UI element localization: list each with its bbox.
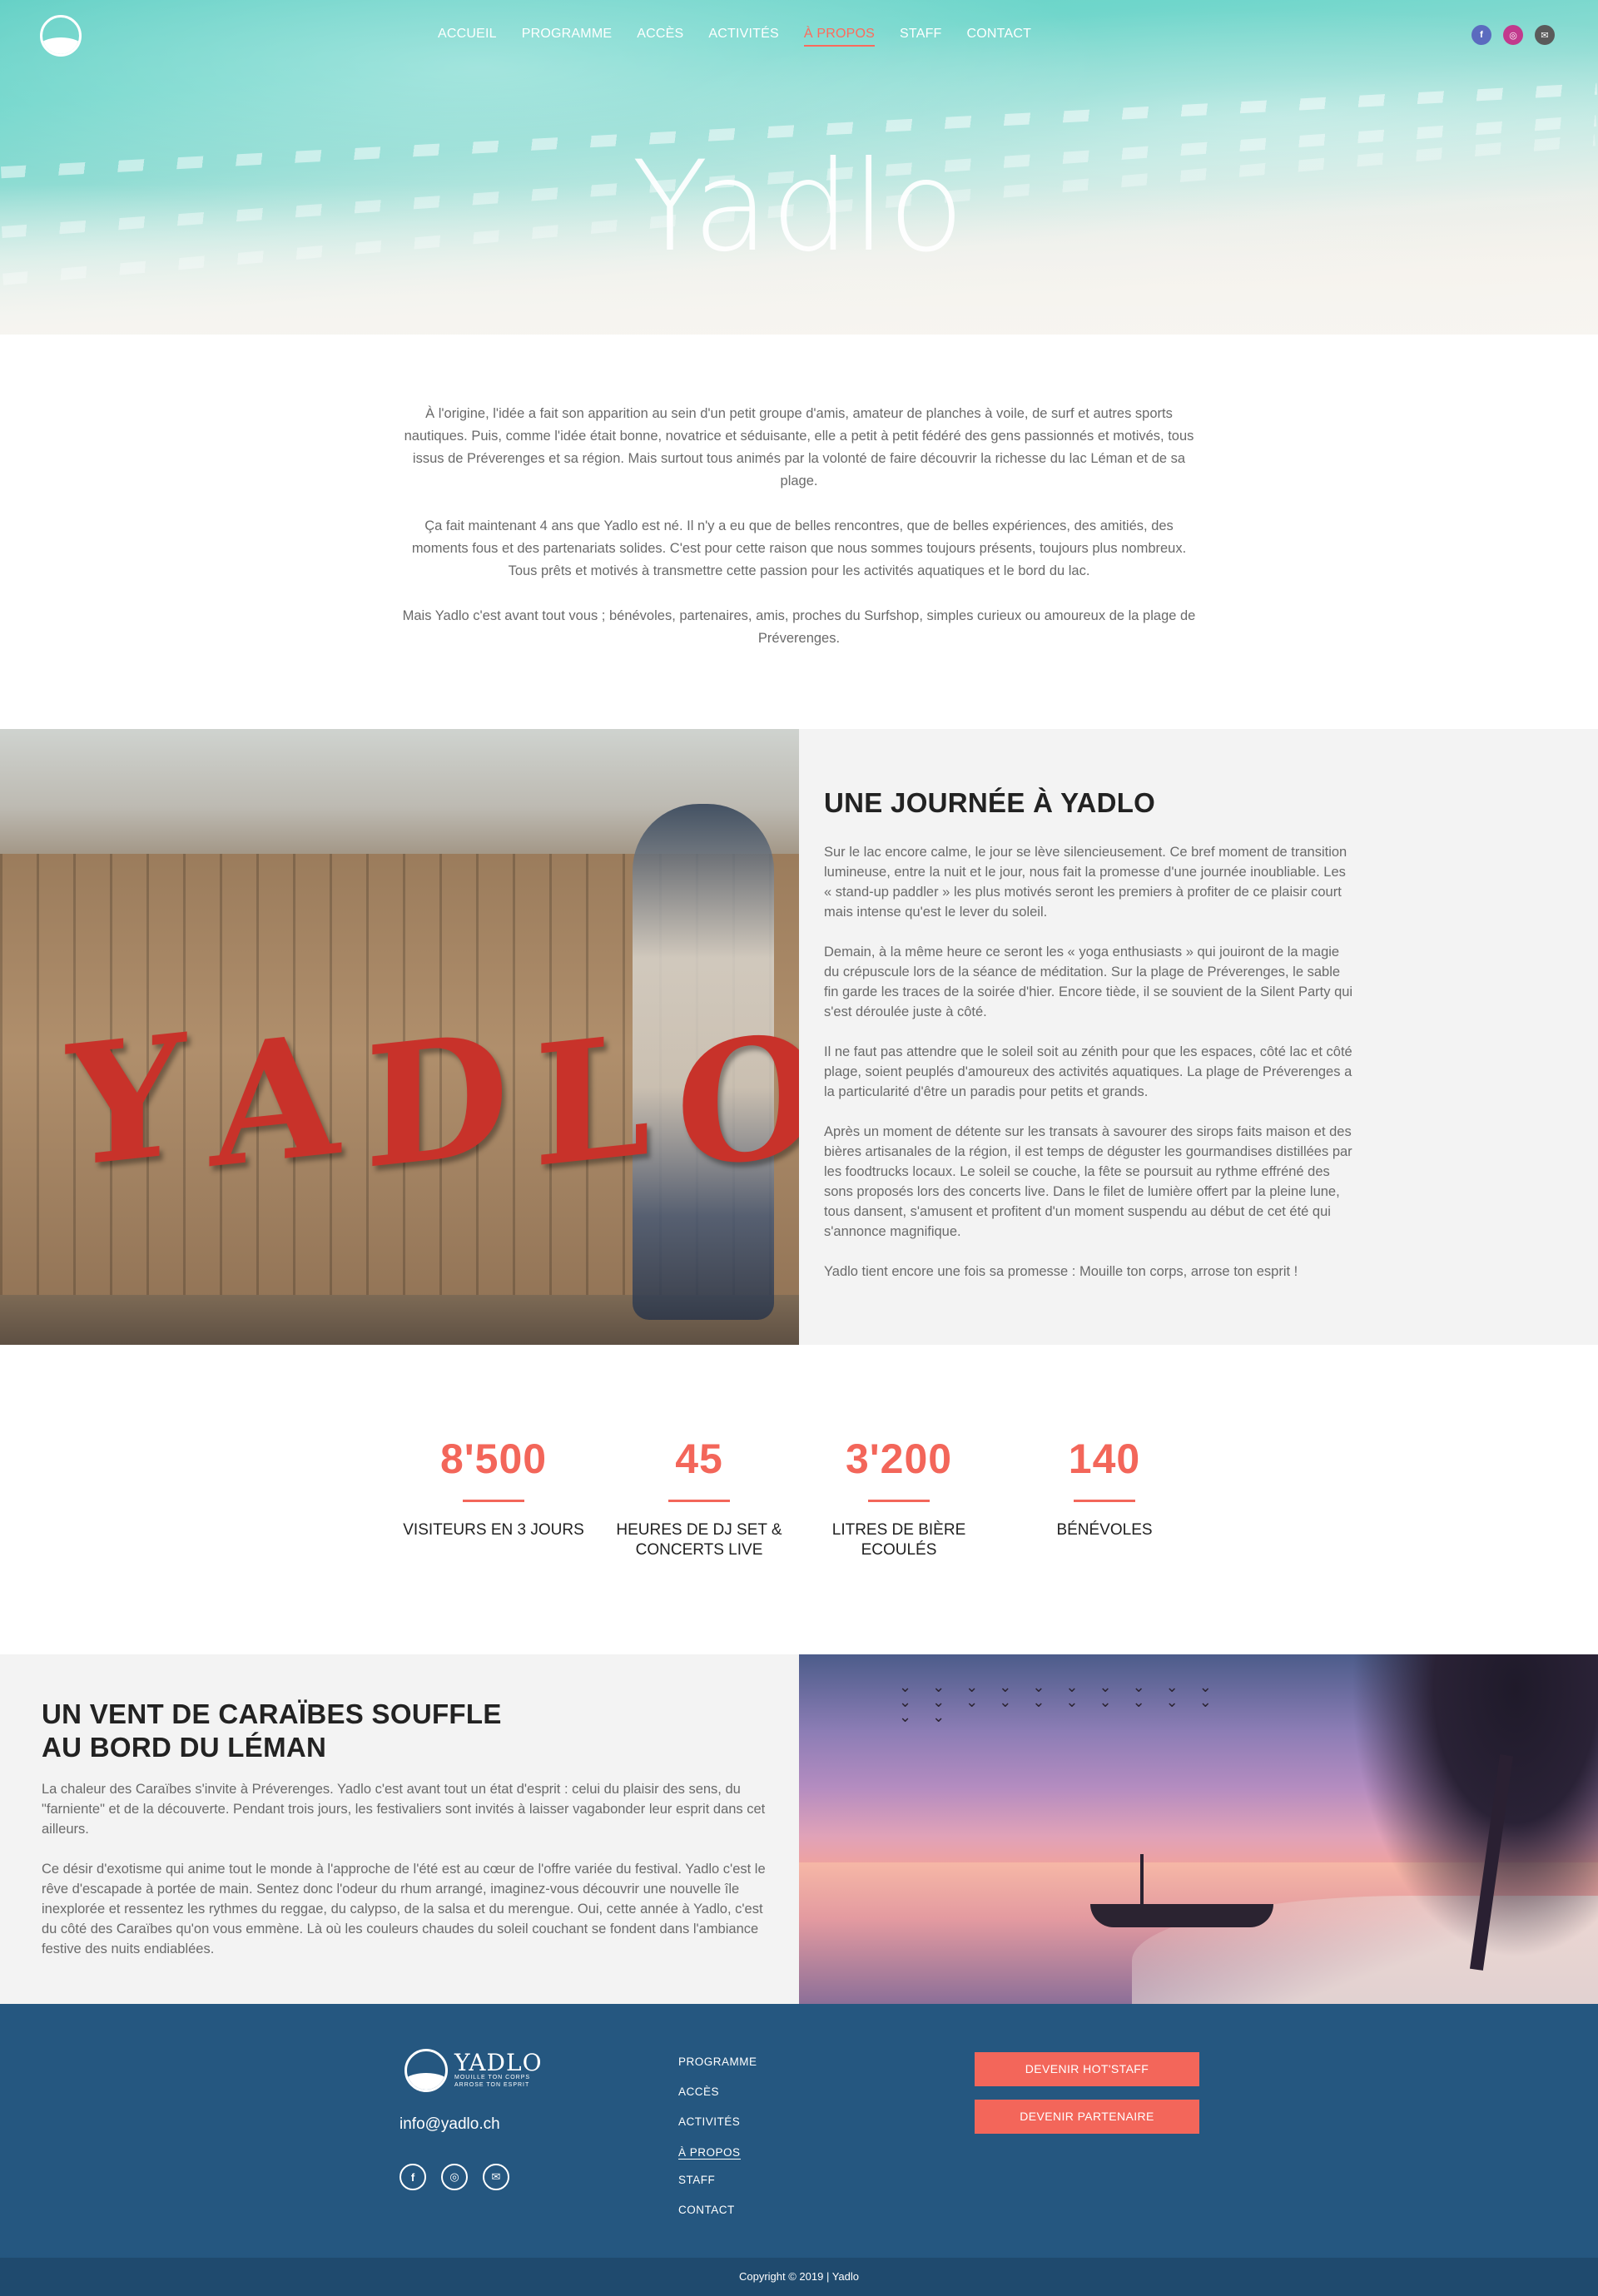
intro-paragraph: À l'origine, l'idée a fait son apparitio… [404, 406, 1194, 488]
caribbean-title: UN VENT DE CARAÏBES SOUFFLE AU BORD DU L… [42, 1698, 502, 1763]
sign-letter: D [364, 995, 509, 1208]
nav-staff[interactable]: STAFF [900, 27, 941, 47]
footer-nav-activites[interactable]: ACTIVITÉS [678, 2115, 757, 2128]
logo-wordmark: YADLO [454, 2049, 543, 2076]
become-hotstaff-button[interactable]: DEVENIR HOT'STAFF [975, 2052, 1199, 2086]
yadlo-bar-photo: Y A D L O [0, 729, 799, 1345]
footer-logo-text: YADLO MOUILLE TON CORPS ARROSE TON ESPRI… [454, 2049, 543, 2089]
sign-letter: Y [67, 997, 186, 1206]
day-paragraph: Après un moment de détente sur les trans… [824, 1124, 1352, 1239]
nav-accueil[interactable]: ACCUEIL [438, 27, 497, 47]
social-links: f ◎ ✉ [1471, 25, 1555, 45]
mail-icon[interactable]: ✉ [483, 2164, 509, 2190]
footer: YADLO MOUILLE TON CORPS ARROSE TON ESPRI… [0, 2004, 1598, 2258]
stat-number: 3'200 [845, 1436, 953, 1482]
logo-tagline: MOUILLE TON CORPS [454, 2075, 531, 2080]
footer-nav-a-propos[interactable]: À PROPOS [678, 2146, 741, 2160]
day-title: UNE JOURNÉE À YADLO [824, 787, 1156, 818]
facebook-icon[interactable]: f [1471, 25, 1491, 45]
stat-number: 45 [675, 1436, 723, 1482]
intro-paragraph: Mais Yadlo c'est avant tout vous ; bénév… [402, 608, 1196, 646]
footer-nav-programme[interactable]: PROGRAMME [678, 2055, 757, 2068]
page-title: Yadlo [632, 135, 966, 280]
birds-icon: ⌄ ⌄ ⌄ ⌄ ⌄ ⌄ ⌄ ⌄ ⌄ ⌄ ⌄ ⌄ ⌄ ⌄ ⌄ ⌄ ⌄ ⌄ ⌄ ⌄ … [899, 1679, 1220, 1725]
top-navigation: ACCUEIL PROGRAMME ACCÈS ACTIVITÉS À PROP… [0, 0, 1598, 70]
stat-visitors: 8'500 VISITEURS EN 3 JOURS [394, 1435, 593, 1540]
sign-letter: A [210, 996, 340, 1207]
intro-section: À l'origine, l'idée a fait son apparitio… [400, 335, 1198, 729]
footer-nav-staff[interactable]: STAFF [678, 2174, 757, 2186]
logo-tagline: ARROSE TON ESPRIT [454, 2082, 530, 2088]
sunset-beach-photo: ⌄ ⌄ ⌄ ⌄ ⌄ ⌄ ⌄ ⌄ ⌄ ⌄ ⌄ ⌄ ⌄ ⌄ ⌄ ⌄ ⌄ ⌄ ⌄ ⌄ … [799, 1654, 1598, 2004]
mail-icon[interactable]: ✉ [1535, 25, 1555, 45]
day-text: UNE JOURNÉE À YADLO Sur le lac encore ca… [799, 729, 1598, 1345]
caribbean-section: UN VENT DE CARAÏBES SOUFFLE AU BORD DU L… [0, 1654, 1598, 2004]
footer-logo[interactable]: YADLO MOUILLE TON CORPS ARROSE TON ESPRI… [404, 2049, 543, 2092]
stat-label: VISITEURS EN 3 JOURS [403, 1521, 584, 1539]
stat-volunteers: 140 BÉNÉVOLES [1005, 1435, 1204, 1540]
bar-sign-letters: Y A D L O [67, 996, 799, 1207]
nav-contact[interactable]: CONTACT [967, 27, 1032, 47]
yadlo-logo-icon[interactable] [40, 15, 82, 57]
day-paragraph: Yadlo tient encore une fois sa promesse … [824, 1264, 1298, 1279]
sign-letter: O [676, 995, 799, 1208]
caribbean-text: UN VENT DE CARAÏBES SOUFFLE AU BORD DU L… [0, 1654, 799, 2004]
stat-beer: 3'200 LITRES DE BIÈRE ECOULÉS [799, 1435, 999, 1560]
boat-silhouette [1090, 1854, 1273, 1927]
palm-tree-silhouette [1323, 1654, 1598, 2004]
day-section: Y A D L O UNE JOURNÉE À YADLO Sur le lac… [0, 729, 1598, 1345]
day-paragraph: Il ne faut pas attendre que le soleil so… [824, 1044, 1352, 1099]
sign-letter: L [533, 997, 652, 1206]
nav-a-propos[interactable]: À PROPOS [803, 27, 876, 47]
day-paragraph: Demain, à la même heure ce seront les « … [824, 945, 1353, 1019]
hero-banner: ACCUEIL PROGRAMME ACCÈS ACTIVITÉS À PROP… [0, 0, 1598, 335]
footer-social-links: f ◎ ✉ [400, 2164, 509, 2190]
stat-divider [1074, 1500, 1135, 1502]
footer-buttons: DEVENIR HOT'STAFF DEVENIR PARTENAIRE [975, 2052, 1199, 2147]
contact-email[interactable]: info@yadlo.ch [400, 2115, 500, 2134]
yadlo-logo-icon [404, 2049, 448, 2092]
stat-divider [463, 1500, 524, 1502]
facebook-icon[interactable]: f [400, 2164, 426, 2190]
caribbean-paragraph: La chaleur des Caraïbes s'invite à Préve… [42, 1782, 766, 1837]
main-menu: ACCUEIL PROGRAMME ACCÈS ACTIVITÉS À PROP… [438, 27, 1056, 47]
instagram-icon[interactable]: ◎ [1503, 25, 1523, 45]
stat-label: BÉNÉVOLES [1056, 1521, 1153, 1539]
stat-number: 8'500 [439, 1436, 548, 1482]
stat-hours: 45 HEURES DE DJ SET & CONCERTS LIVE [599, 1435, 799, 1560]
stat-label: LITRES DE BIÈRE ECOULÉS [831, 1521, 966, 1559]
footer-menu: PROGRAMME ACCÈS ACTIVITÉS À PROPOS STAFF… [678, 2055, 757, 2234]
copyright: Copyright © 2019 | Yadlo [0, 2258, 1598, 2296]
day-paragraph: Sur le lac encore calme, le jour se lève… [824, 845, 1347, 920]
nav-programme[interactable]: PROGRAMME [522, 27, 612, 47]
nav-activites[interactable]: ACTIVITÉS [708, 27, 778, 47]
stats-section: 8'500 VISITEURS EN 3 JOURS 45 HEURES DE … [0, 1345, 1598, 1654]
stat-number: 140 [1068, 1436, 1141, 1482]
stat-label: HEURES DE DJ SET & CONCERTS LIVE [616, 1521, 782, 1559]
intro-paragraph: Ça fait maintenant 4 ans que Yadlo est n… [411, 518, 1187, 578]
stat-divider [868, 1500, 930, 1502]
footer-nav-contact[interactable]: CONTACT [678, 2204, 757, 2216]
become-partner-button[interactable]: DEVENIR PARTENAIRE [975, 2100, 1199, 2134]
caribbean-paragraph: Ce désir d'exotisme qui anime tout le mo… [42, 1862, 766, 1956]
instagram-icon[interactable]: ◎ [441, 2164, 468, 2190]
footer-nav-acces[interactable]: ACCÈS [678, 2085, 757, 2098]
nav-acces[interactable]: ACCÈS [637, 27, 683, 47]
stat-divider [668, 1500, 730, 1502]
